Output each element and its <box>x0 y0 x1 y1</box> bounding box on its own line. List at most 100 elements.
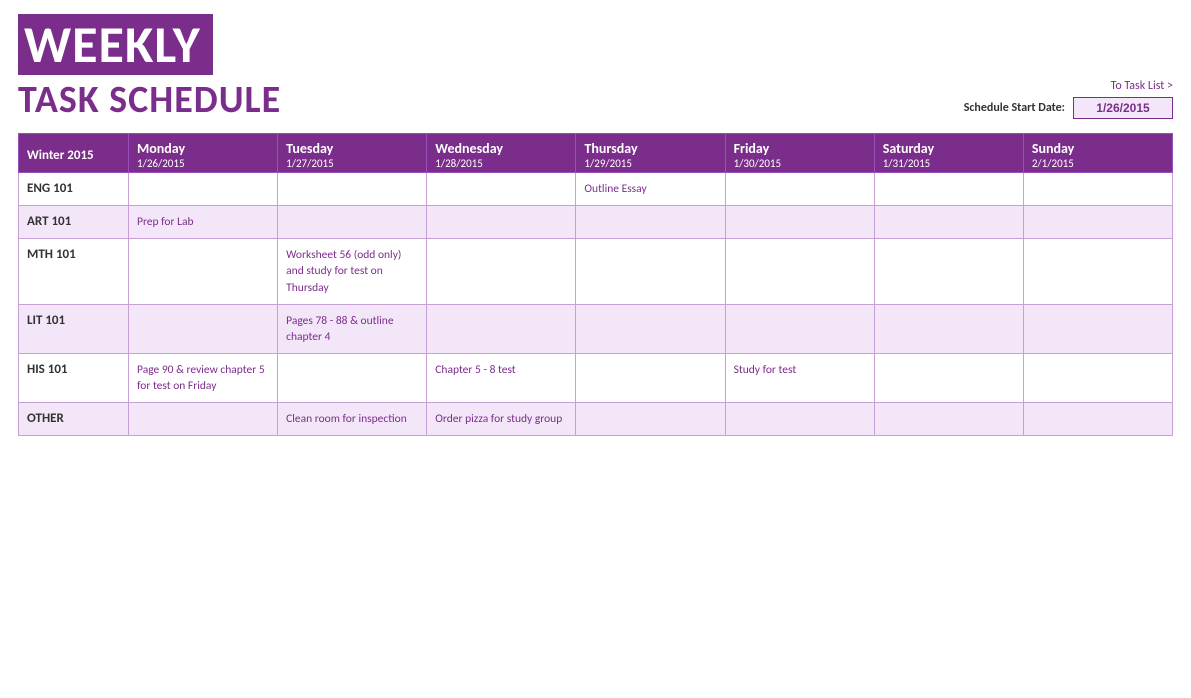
cell-row3-col6 <box>1023 304 1172 353</box>
day-name: Tuesday <box>286 140 418 157</box>
row-label-his-101: HIS 101 <box>19 353 129 402</box>
cell-row2-col0 <box>129 239 278 304</box>
task-text: Worksheet 56 (odd only) and study for te… <box>286 248 401 294</box>
cell-row1-col6 <box>1023 206 1172 239</box>
cell-row5-col4 <box>725 403 874 436</box>
cell-row4-col5 <box>874 353 1023 402</box>
cell-row5-col1: Clean room for inspection <box>278 403 427 436</box>
header-right: To Task List > Schedule Start Date: <box>964 79 1173 123</box>
row-label-text: ENG 101 <box>27 181 73 196</box>
cell-row0-col2 <box>427 173 576 206</box>
row-label-art-101: ART 101 <box>19 206 129 239</box>
cell-row1-col2 <box>427 206 576 239</box>
row-label-text: LIT 101 <box>27 313 65 328</box>
row-label-text: HIS 101 <box>27 362 68 377</box>
day-date: 1/30/2015 <box>734 157 866 170</box>
cell-row1-col3 <box>576 206 725 239</box>
cell-row5-col2: Order pizza for study group <box>427 403 576 436</box>
day-name: Winter 2015 <box>27 148 120 163</box>
cell-row0-col5 <box>874 173 1023 206</box>
task-text: Page 90 & review chapter 5 for test on F… <box>137 363 265 393</box>
page: WEEKLY TASK SCHEDULE To Task List > Sche… <box>0 0 1191 698</box>
title-weekly: WEEKLY <box>18 14 213 75</box>
schedule-table: Winter 2015Monday1/26/2015Tuesday1/27/20… <box>18 133 1173 436</box>
start-date-input[interactable] <box>1073 97 1173 119</box>
table-row: ENG 101 Outline Essay <box>19 173 1173 206</box>
cell-row2-col2 <box>427 239 576 304</box>
cell-row1-col0: Prep for Lab <box>129 206 278 239</box>
cell-row5-col3 <box>576 403 725 436</box>
cell-row2-col4 <box>725 239 874 304</box>
day-date: 1/27/2015 <box>286 157 418 170</box>
row-label-mth-101: MTH 101 <box>19 239 129 304</box>
task-text: Pages 78 - 88 & outline chapter 4 <box>286 314 393 344</box>
cell-row0-col0 <box>129 173 278 206</box>
header-col-friday: Friday1/30/2015 <box>725 134 874 173</box>
task-text: Study for test <box>734 363 797 377</box>
table-row: LIT 101 Pages 78 - 88 & outline chapter 4 <box>19 304 1173 353</box>
task-text: Order pizza for study group <box>435 412 562 426</box>
row-label-other: OTHER <box>19 403 129 436</box>
header-col-wednesday: Wednesday1/28/2015 <box>427 134 576 173</box>
day-date: 1/29/2015 <box>584 157 716 170</box>
cell-row2-col5 <box>874 239 1023 304</box>
header-label-col: Winter 2015 <box>19 134 129 173</box>
cell-row3-col1: Pages 78 - 88 & outline chapter 4 <box>278 304 427 353</box>
task-text: Outline Essay <box>584 182 646 196</box>
row-label-text: ART 101 <box>27 214 71 229</box>
table-row: ART 101 Prep for Lab <box>19 206 1173 239</box>
header-row: Winter 2015Monday1/26/2015Tuesday1/27/20… <box>19 134 1173 173</box>
day-name: Monday <box>137 140 269 157</box>
cell-row1-col5 <box>874 206 1023 239</box>
start-date-label: Schedule Start Date: <box>964 101 1065 115</box>
cell-row4-col1 <box>278 353 427 402</box>
day-date: 1/31/2015 <box>883 157 1015 170</box>
cell-row5-col6 <box>1023 403 1172 436</box>
row-label-lit-101: LIT 101 <box>19 304 129 353</box>
cell-row1-col1 <box>278 206 427 239</box>
start-date-row: Schedule Start Date: <box>964 97 1173 119</box>
title-block: WEEKLY TASK SCHEDULE <box>18 14 281 123</box>
day-name: Friday <box>734 140 866 157</box>
to-task-list-link[interactable]: To Task List > <box>1111 79 1173 93</box>
header-col-sunday: Sunday2/1/2015 <box>1023 134 1172 173</box>
cell-row4-col6 <box>1023 353 1172 402</box>
day-date: 1/26/2015 <box>137 157 269 170</box>
cell-row2-col1: Worksheet 56 (odd only) and study for te… <box>278 239 427 304</box>
header-col-thursday: Thursday1/29/2015 <box>576 134 725 173</box>
day-date: 2/1/2015 <box>1032 157 1164 170</box>
table-row: MTH 101 Worksheet 56 (odd only) and study… <box>19 239 1173 304</box>
cell-row3-col5 <box>874 304 1023 353</box>
task-text: Clean room for inspection <box>286 412 407 426</box>
day-name: Sunday <box>1032 140 1164 157</box>
row-label-text: OTHER <box>27 411 64 426</box>
task-text: Chapter 5 - 8 test <box>435 363 515 377</box>
cell-row1-col4 <box>725 206 874 239</box>
table-row: OTHER Clean room for inspection Order pizz… <box>19 403 1173 436</box>
title-task: TASK SCHEDULE <box>18 77 281 123</box>
day-name: Thursday <box>584 140 716 157</box>
cell-row0-col3: Outline Essay <box>576 173 725 206</box>
header-col-monday: Monday1/26/2015 <box>129 134 278 173</box>
header-col-tuesday: Tuesday1/27/2015 <box>278 134 427 173</box>
cell-row4-col2: Chapter 5 - 8 test <box>427 353 576 402</box>
cell-row5-col0 <box>129 403 278 436</box>
task-text: Prep for Lab <box>137 215 194 229</box>
cell-row0-col4 <box>725 173 874 206</box>
cell-row5-col5 <box>874 403 1023 436</box>
header-section: WEEKLY TASK SCHEDULE To Task List > Sche… <box>18 14 1173 123</box>
cell-row3-col3 <box>576 304 725 353</box>
cell-row4-col3 <box>576 353 725 402</box>
cell-row3-col0 <box>129 304 278 353</box>
table-row: HIS 101 Page 90 & review chapter 5 for te… <box>19 353 1173 402</box>
cell-row2-col3 <box>576 239 725 304</box>
row-label-text: MTH 101 <box>27 247 76 262</box>
cell-row0-col6 <box>1023 173 1172 206</box>
day-date: 1/28/2015 <box>435 157 567 170</box>
cell-row0-col1 <box>278 173 427 206</box>
header-col-saturday: Saturday1/31/2015 <box>874 134 1023 173</box>
day-name: Wednesday <box>435 140 567 157</box>
cell-row2-col6 <box>1023 239 1172 304</box>
cell-row3-col2 <box>427 304 576 353</box>
day-name: Saturday <box>883 140 1015 157</box>
